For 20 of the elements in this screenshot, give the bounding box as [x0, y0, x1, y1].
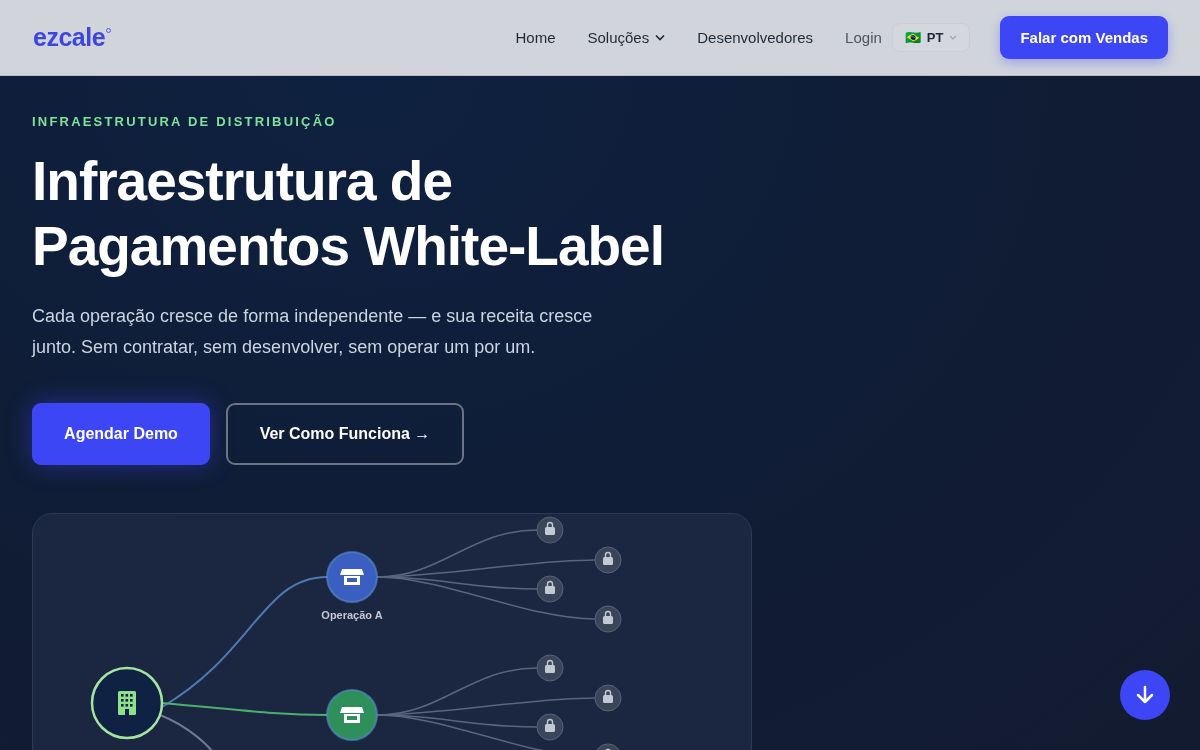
node-label: Operação A — [321, 609, 383, 621]
hero-subtitle: Cada operação cresce de forma independente — e sua receita cresce junto. Sem contratar, sem desenvolver, sem operar um por um. — [32, 305, 594, 359]
arrow-down-icon — [1136, 685, 1154, 705]
nav-link[interactable]: Login — [845, 29, 882, 46]
hero-title: Infraestrutura de Pagamentos White-Label — [32, 149, 665, 279]
contact-sales-button[interactable]: Falar com Vendas — [1000, 16, 1168, 59]
how-it-works-button[interactable]: Ver Como Funciona → — [226, 403, 464, 465]
store-icon — [340, 569, 364, 585]
scroll-down-button[interactable] — [1120, 670, 1170, 720]
language-selector[interactable]: 🇧🇷 PT — [891, 23, 971, 52]
building-icon — [118, 691, 136, 715]
registered-icon — [106, 28, 112, 33]
schedule-demo-button[interactable]: Agendar Demo — [32, 403, 210, 465]
nav-link[interactable]: Home — [515, 29, 556, 46]
eyebrow-label: INFRAESTRUTURA DE DISTRIBUIÇÃO — [32, 114, 338, 129]
logo[interactable]: ezcale — [33, 23, 106, 52]
store-icon — [340, 707, 364, 723]
nav-link[interactable]: Desenvolvedores — [697, 29, 814, 46]
nav-link[interactable]: Soluções — [587, 29, 666, 46]
chevron-icon — [949, 35, 958, 40]
